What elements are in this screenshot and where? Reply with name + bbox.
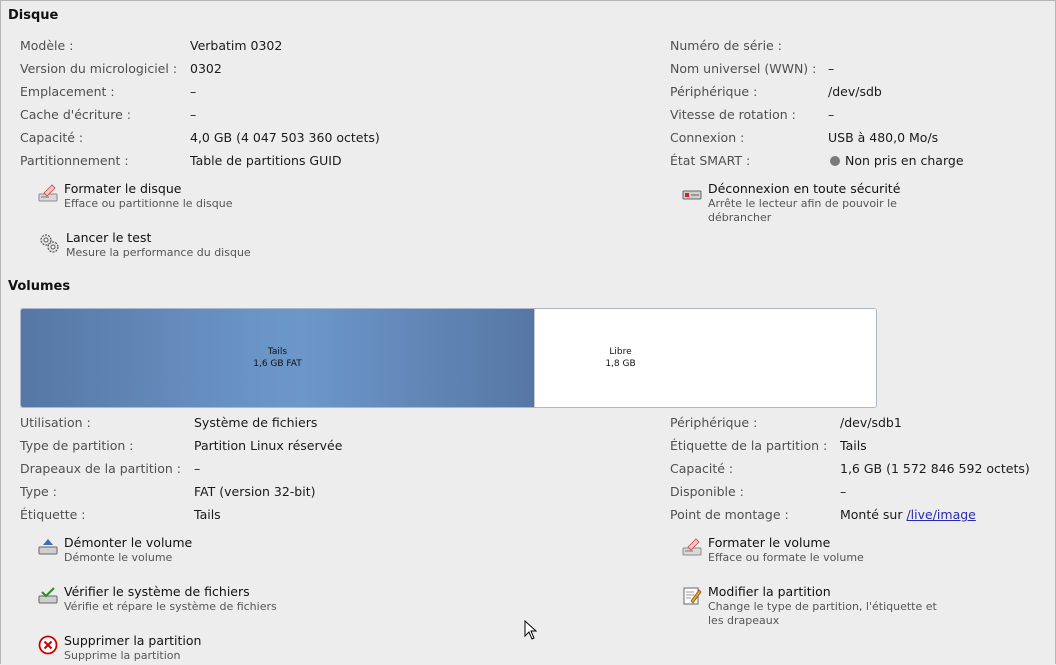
delete-partition-desc: Supprime la partition — [64, 649, 181, 662]
edit-partition-title: Modifier la partition — [708, 584, 831, 599]
disk-write-cache-label: Cache d'écriture : — [20, 107, 131, 122]
disk-connection-label: Connexion : — [670, 130, 745, 145]
volume-available-label: Disponible : — [670, 484, 744, 499]
fs-type-value: FAT (version 32-bit) — [194, 484, 316, 499]
disk-capacity-label: Capacité : — [20, 130, 84, 145]
format-volume-desc: Efface ou formate le volume — [708, 551, 864, 564]
disk-serial-label: Numéro de série : — [670, 38, 782, 53]
volume-usage-label: Utilisation : — [20, 415, 91, 430]
check-filesystem-title: Vérifier le système de fichiers — [64, 584, 250, 599]
mount-point-label: Point de montage : — [670, 507, 789, 522]
safe-remove-title: Déconnexion en toute sécurité — [708, 181, 901, 196]
edit-partition-icon — [683, 587, 702, 605]
safe-remove-button[interactable]: Déconnexion en toute sécurité Arrête le … — [682, 181, 928, 225]
disk-rotation-label: Vitesse de rotation : — [670, 107, 796, 122]
check-filesystem-desc: Vérifie et répare le système de fichiers — [64, 600, 277, 613]
format-disk-icon — [38, 184, 58, 202]
unmount-volume-title: Démonter le volume — [64, 535, 193, 550]
format-volume-button[interactable]: Formater le volume Efface ou formate le … — [682, 535, 864, 565]
volume-tails-size: 1,6 GB FAT — [253, 359, 302, 369]
unmount-volume-desc: Démonte le volume — [64, 551, 173, 564]
gears-icon — [40, 234, 59, 253]
volume-map: Tails 1,6 GB FAT Libre 1,8 GB — [20, 308, 877, 408]
volume-available-value: – — [840, 484, 847, 499]
volumes-section-title: Volumes — [8, 279, 71, 294]
volume-device-label: Périphérique : — [670, 415, 758, 430]
disk-device-value: /dev/sdb — [828, 84, 882, 99]
volume-capacity-value: 1,6 GB (1 572 846 592 octets) — [840, 461, 1030, 476]
volume-label-value: Tails — [194, 507, 221, 522]
partition-flags-label: Drapeaux de la partition : — [20, 461, 181, 476]
unmount-volume-button[interactable]: Démonter le volume Démonte le volume — [38, 535, 192, 565]
disk-model-label: Modèle : — [20, 38, 74, 53]
partition-flags-value: – — [194, 461, 201, 476]
disk-section-title: Disque — [8, 8, 59, 23]
volume-device-value: /dev/sdb1 — [840, 415, 902, 430]
format-volume-title: Formater le volume — [708, 535, 831, 550]
volume-tails-name: Tails — [267, 347, 288, 357]
partition-type-value: Partition Linux réservée — [194, 438, 343, 453]
disk-capacity-value: 4,0 GB (4 047 503 360 octets) — [190, 130, 380, 145]
partition-label-value: Tails — [840, 438, 867, 453]
unmount-icon — [38, 539, 58, 555]
edit-partition-desc: Change le type de partition, l'étiquette… — [708, 600, 937, 627]
disk-firmware-label: Version du micrologiciel : — [20, 61, 178, 76]
volume-label-label: Étiquette : — [20, 507, 86, 522]
volume-segment-tails[interactable]: Tails 1,6 GB FAT — [21, 309, 534, 407]
volume-segment-free[interactable]: Libre 1,8 GB — [534, 309, 876, 407]
disk-partitioning-label: Partitionnement : — [20, 153, 129, 168]
partition-type-label: Type de partition : — [20, 438, 134, 453]
benchmark-title: Lancer le test — [66, 230, 152, 245]
mouse-pointer-icon — [524, 620, 538, 640]
volume-capacity-label: Capacité : — [670, 461, 734, 476]
check-fs-icon — [38, 587, 58, 604]
disk-location-value: – — [190, 84, 197, 99]
check-filesystem-button[interactable]: Vérifier le système de fichiers Vérifie … — [38, 584, 277, 614]
delete-icon — [38, 635, 58, 655]
eject-drive-icon — [682, 190, 702, 200]
mount-point-value: Monté sur /live/image — [840, 503, 976, 526]
mount-point-link[interactable]: /live/image — [906, 507, 975, 522]
benchmark-button[interactable]: Lancer le test Mesure la performance du … — [38, 230, 251, 260]
disk-smart-label: État SMART : — [670, 153, 751, 168]
edit-partition-button[interactable]: Modifier la partition Change le type de … — [682, 584, 948, 628]
disk-model-value: Verbatim 0302 — [190, 38, 283, 53]
smart-status-dot-icon — [830, 156, 840, 166]
format-disk-title: Formater le disque — [64, 181, 182, 196]
fs-type-label: Type : — [20, 484, 57, 499]
volume-free-size: 1,8 GB — [605, 359, 636, 369]
disk-connection-value: USB à 480,0 Mo/s — [828, 130, 939, 145]
partition-label-label: Étiquette de la partition : — [670, 438, 828, 453]
delete-partition-title: Supprimer la partition — [64, 633, 202, 648]
benchmark-desc: Mesure la performance du disque — [66, 246, 251, 259]
format-volume-icon — [682, 538, 702, 556]
delete-partition-button[interactable]: Supprimer la partition Supprime la parti… — [38, 633, 201, 663]
disk-wwn-value: – — [828, 61, 835, 76]
disk-device-label: Périphérique : — [670, 84, 758, 99]
safe-remove-desc: Arrête le lecteur afin de pouvoir le déb… — [708, 197, 897, 224]
disk-partitioning-value: Table de partitions GUID — [190, 153, 342, 168]
disk-firmware-value: 0302 — [190, 61, 222, 76]
disk-location-label: Emplacement : — [20, 84, 115, 99]
disk-wwn-label: Nom universel (WWN) : — [670, 61, 817, 76]
volume-free-name: Libre — [609, 347, 632, 357]
volume-usage-value: Système de fichiers — [194, 415, 318, 430]
disk-rotation-value: – — [828, 107, 835, 122]
disk-write-cache-value: – — [190, 107, 197, 122]
disk-smart-text: Non pris en charge — [845, 153, 964, 168]
format-disk-button[interactable]: Formater le disque Efface ou partitionne… — [38, 181, 233, 211]
mount-point-prefix: Monté sur — [840, 507, 907, 522]
disk-smart-value: Non pris en charge — [830, 149, 964, 172]
format-disk-desc: Efface ou partitionne le disque — [64, 197, 233, 210]
